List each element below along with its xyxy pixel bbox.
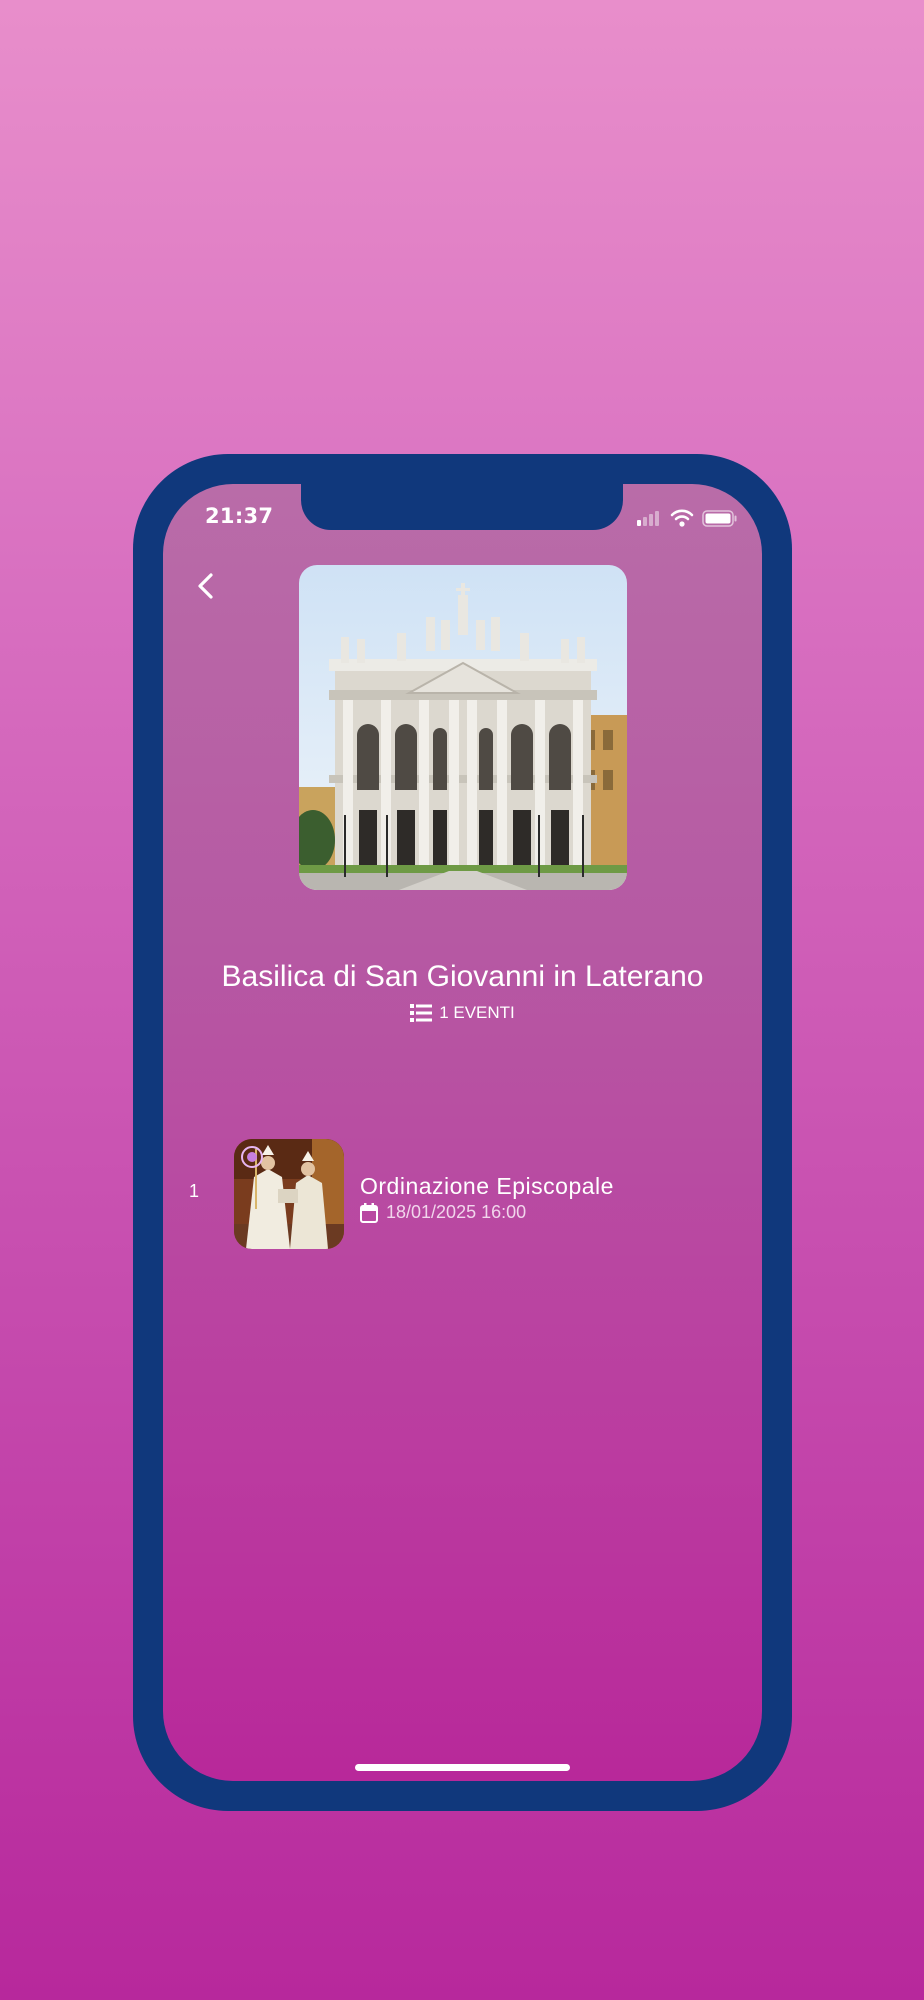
events-count-label: 1 EVENTI [439, 1003, 515, 1022]
phone-frame: 21:37 Basilica di San Giovanni in Latera… [133, 454, 792, 1811]
cellular-signal-icon [637, 511, 659, 526]
app-screen: 21:37 Basilica di San Giovanni in Latera… [163, 484, 762, 1781]
home-indicator[interactable] [355, 1764, 570, 1771]
venue-title: Basilica di San Giovanni in Laterano [221, 960, 704, 993]
event-date: 18/01/2025 16:00 [360, 1202, 526, 1223]
venue-image [299, 565, 627, 890]
status-icons [636, 509, 738, 527]
status-time: 21:37 [205, 504, 274, 528]
calendar-icon [360, 1202, 378, 1223]
events-count: 1 EVENTI [163, 1003, 762, 1023]
chevron-left-icon [198, 573, 213, 599]
wifi-icon [670, 509, 694, 527]
target-icon [241, 1146, 263, 1168]
event-list-item[interactable]: 1 Ordinazione Episcopale 18/01/2025 16:0… [163, 1139, 762, 1251]
back-button[interactable] [187, 566, 227, 606]
battery-icon [702, 509, 737, 527]
event-index: 1 [189, 1181, 200, 1201]
event-thumbnail [234, 1139, 344, 1249]
notch [301, 484, 623, 530]
event-title: Ordinazione Episcopale [360, 1173, 614, 1199]
event-date-text: 18/01/2025 16:00 [386, 1202, 527, 1222]
list-icon [410, 1004, 433, 1022]
